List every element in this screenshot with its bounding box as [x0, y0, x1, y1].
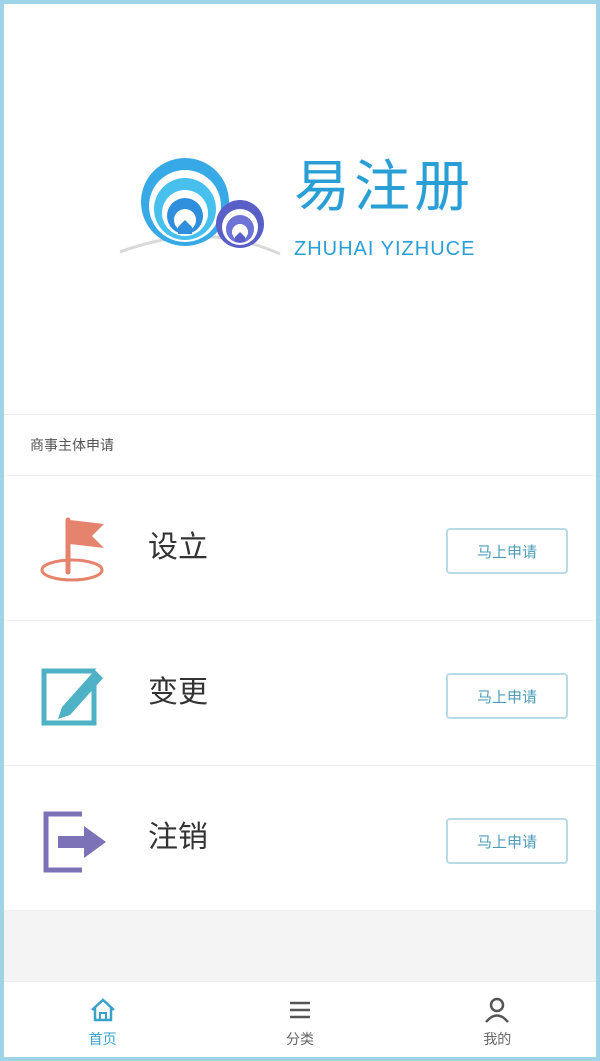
- exit-icon: [43, 811, 106, 873]
- home-icon: [90, 998, 115, 1022]
- hero-section: 易注册 ZHUHAI YIZHUCE: [4, 4, 596, 414]
- apply-button-setup[interactable]: 马上申请: [446, 528, 568, 574]
- list-item-change[interactable]: 变更 马上申请: [4, 621, 596, 766]
- logo: 易注册 ZHUHAI YIZHUCE: [110, 154, 510, 274]
- menu-icon: [289, 1001, 310, 1019]
- nav-label: 分类: [285, 1032, 314, 1048]
- nav-mine[interactable]: 我的: [399, 982, 596, 1057]
- nav-category[interactable]: 分类: [201, 982, 398, 1057]
- service-list: 设立 马上申请 变更 马上申请 注销 马上申请: [4, 476, 596, 911]
- apply-button-cancel[interactable]: 马上申请: [446, 818, 568, 864]
- nav-label: 我的: [483, 1032, 512, 1048]
- nav-label: 首页: [88, 1032, 117, 1048]
- item-label: 设立: [148, 530, 208, 565]
- brand-title: 易注册: [294, 155, 474, 220]
- user-icon: [485, 997, 510, 1023]
- empty-area: [4, 911, 596, 981]
- section-label: 商事主体申请: [4, 414, 596, 476]
- item-label: 变更: [148, 675, 208, 710]
- flag-icon: [40, 517, 104, 582]
- item-label: 注销: [148, 820, 208, 855]
- list-item-cancel[interactable]: 注销 马上申请: [4, 766, 596, 911]
- nav-home[interactable]: 首页: [4, 982, 201, 1057]
- bottom-nav: 首页 分类 我的: [4, 981, 596, 1057]
- app-screen: 易注册 ZHUHAI YIZHUCE 商事主体申请 设立 马上申请 变更 马上申…: [0, 0, 600, 1061]
- edit-icon: [41, 667, 106, 726]
- apply-button-change[interactable]: 马上申请: [446, 673, 568, 719]
- logo-mark-icon: [119, 158, 281, 256]
- brand-subtitle: ZHUHAI YIZHUCE: [294, 238, 476, 260]
- list-item-setup[interactable]: 设立 马上申请: [4, 476, 596, 621]
